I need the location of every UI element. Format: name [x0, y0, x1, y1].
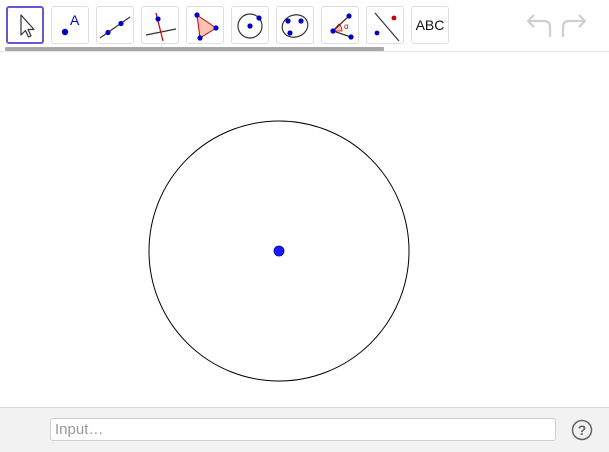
move-tool-button[interactable]	[6, 6, 44, 44]
text-tool-button[interactable]: ABC	[411, 6, 449, 44]
polygon-tool-button[interactable]	[186, 6, 224, 44]
perpendicular-icon	[145, 12, 177, 42]
circle-tool-button[interactable]	[231, 6, 269, 44]
center-point[interactable]	[273, 245, 285, 257]
line-tool-button[interactable]	[96, 6, 134, 44]
redo-icon	[561, 14, 587, 37]
toolbar-scrollbar[interactable]	[5, 47, 384, 51]
point-tool-button[interactable]: A	[51, 6, 89, 44]
point-tool-letter: A	[70, 12, 80, 28]
undo-button[interactable]	[523, 12, 553, 40]
perpendicular-tool-button[interactable]	[141, 6, 179, 44]
input-field[interactable]	[50, 418, 556, 441]
point-icon: A	[61, 12, 80, 36]
circle-icon	[237, 13, 263, 39]
angle-tool-button[interactable]: α	[321, 6, 359, 44]
redo-button[interactable]	[560, 12, 590, 40]
reflect-icon	[374, 12, 400, 42]
conic-tool-button[interactable]	[276, 6, 314, 44]
angle-tool-letter: α	[344, 22, 349, 31]
help-icon[interactable]: ?	[571, 419, 593, 441]
toolbar: A α ABC	[0, 0, 609, 52]
undo-icon	[526, 14, 552, 37]
arrow-cursor-icon	[20, 14, 35, 38]
line-icon	[99, 16, 131, 39]
graphics-view[interactable]	[0, 52, 609, 407]
angle-icon: α	[330, 13, 354, 40]
help-glyph: ?	[578, 422, 587, 438]
conic-icon	[281, 14, 309, 38]
input-bar: ?	[0, 407, 609, 452]
reflect-tool-button[interactable]	[366, 6, 404, 44]
polygon-icon	[194, 12, 219, 41]
text-tool-label: ABC	[415, 17, 445, 33]
